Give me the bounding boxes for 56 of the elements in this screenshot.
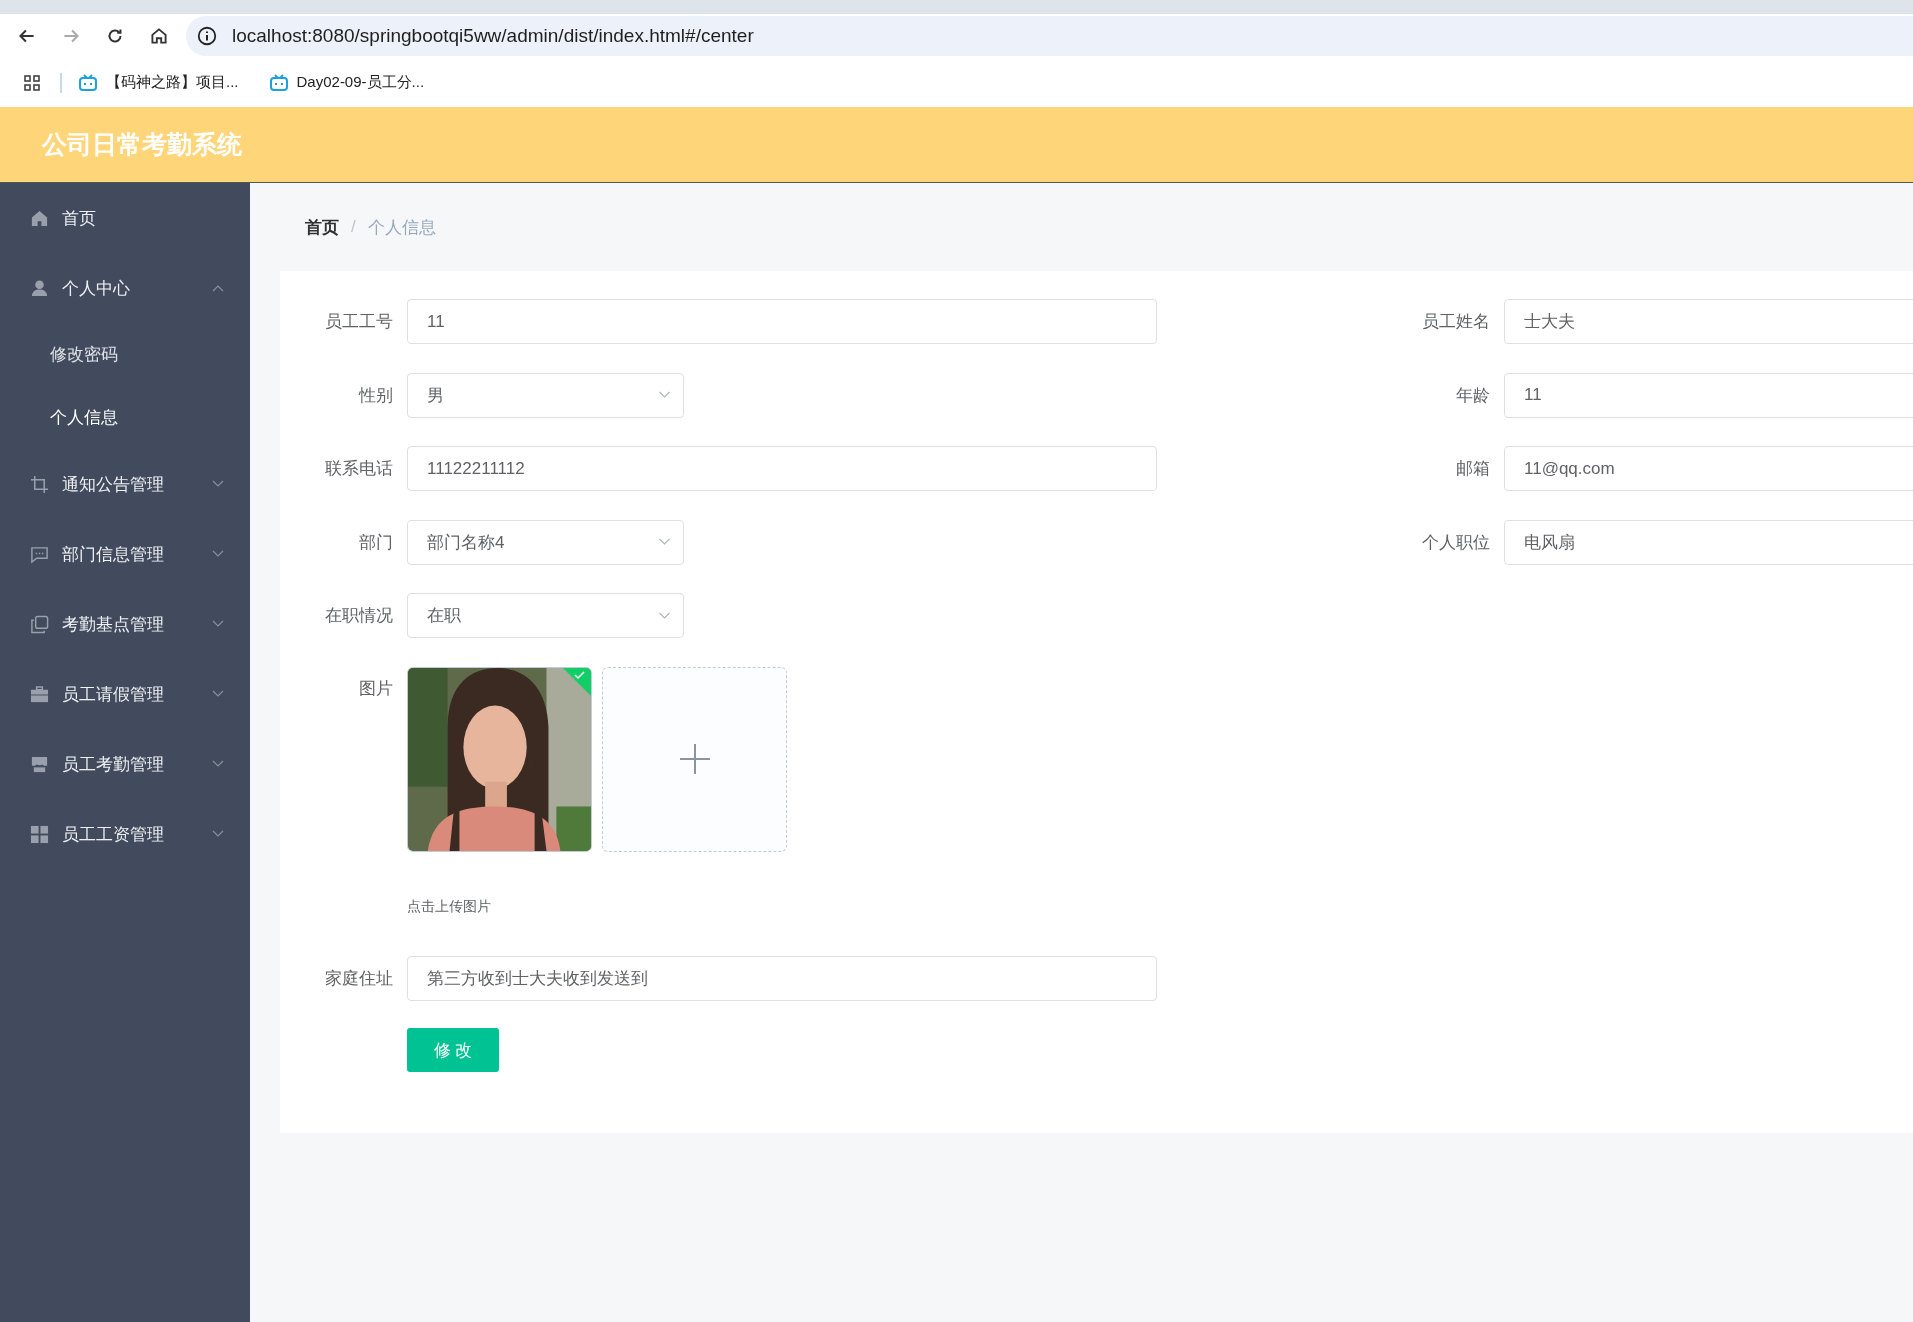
app-title: 公司日常考勤系统	[42, 129, 242, 160]
field-label: 员工姓名	[1421, 311, 1491, 333]
field-label: 邮箱	[1455, 458, 1491, 480]
field-label: 性别	[357, 384, 394, 407]
field-label: 图片	[358, 677, 394, 700]
menu-item[interactable]: 考勤基点管理	[0, 589, 250, 659]
field-label: 联系电话	[324, 458, 394, 480]
menu-item[interactable]: 个人中心	[0, 253, 250, 323]
field-label: 年龄	[1455, 384, 1491, 407]
field-label: 在职情况	[324, 605, 394, 627]
address-bar[interactable]: localhost:8080/springbootqi5ww/admin/dist/index.html#/center	[186, 16, 1913, 56]
submenu-item[interactable]: 个人信息	[0, 386, 250, 449]
tv-icon	[78, 73, 98, 92]
breadcrumb-item[interactable]: 首页	[305, 215, 339, 239]
select-field[interactable]: 在职	[407, 593, 684, 638]
grid-icon	[30, 824, 49, 844]
input-field[interactable]: 11	[1504, 372, 1913, 418]
input-field[interactable]: 电风扇	[1504, 519, 1913, 565]
user-icon	[30, 278, 49, 298]
field-label: 员工工号	[324, 311, 394, 333]
briefcase-icon	[30, 684, 49, 704]
breadcrumb-item: 个人信息	[367, 216, 436, 239]
bookmark[interactable]: 【码神之路】项目...	[78, 73, 239, 92]
crop-icon	[30, 474, 49, 494]
url-text: localhost:8080/springbootqi5ww/admin/dist/index.html#/center	[232, 25, 754, 47]
submenu-item[interactable]: 修改密码	[0, 323, 250, 386]
field-label: 部门	[358, 531, 394, 554]
input-field[interactable]: 11@qq.com	[1504, 446, 1913, 491]
select-field[interactable]: 部门名称4	[407, 519, 684, 565]
chat-icon	[30, 544, 49, 564]
copy-icon	[30, 614, 49, 634]
home-icon	[30, 208, 49, 228]
chevron-icon	[658, 538, 671, 546]
menu-item[interactable]: 员工考勤管理	[0, 729, 250, 799]
shop-icon	[30, 754, 49, 774]
input-field[interactable]: 第三方收到士大夫收到发送到	[407, 956, 1157, 1001]
menu-item[interactable]: 通知公告管理	[0, 449, 250, 519]
tv-icon	[268, 73, 289, 92]
menu-item[interactable]: 部门信息管理	[0, 519, 250, 589]
breadcrumb-separator: /	[351, 217, 356, 237]
plus-icon	[679, 744, 710, 774]
chevron-icon	[658, 391, 671, 399]
field-label: 个人职位	[1421, 531, 1491, 554]
field-label: 家庭住址	[324, 968, 394, 990]
menu-item[interactable]: 员工请假管理	[0, 659, 250, 729]
input-field[interactable]: 11122211112	[407, 446, 1157, 491]
menu-item[interactable]: 员工工资管理	[0, 799, 250, 869]
info-icon[interactable]	[196, 25, 218, 47]
chevron-icon	[658, 611, 671, 620]
menu-item[interactable]: 首页	[0, 183, 250, 253]
bookmark[interactable]: Day02-09-员工分...	[268, 73, 425, 92]
select-field[interactable]: 男	[407, 372, 684, 418]
input-field[interactable]: 士大夫	[1504, 299, 1913, 344]
input-field[interactable]: 11	[407, 299, 1157, 344]
upload-hint: 点击上传图片	[407, 898, 491, 916]
apps-icon[interactable]	[22, 72, 42, 93]
